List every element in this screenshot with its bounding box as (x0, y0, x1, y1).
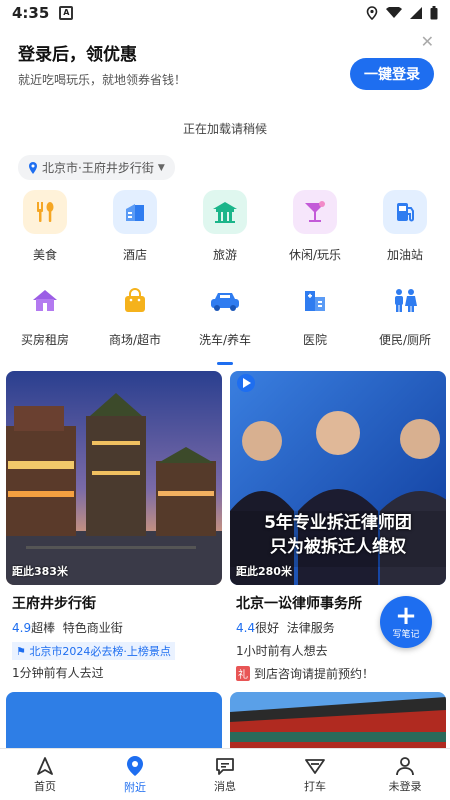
status-bar: 4:35 A (0, 0, 450, 26)
location-label: 北京市·王府井步行街 (42, 161, 154, 175)
user-icon (396, 756, 414, 775)
feed-card[interactable]: 距此383米 王府井步行街 4.9超棒 特色商业街 ⚑ 北京市2024必去榜·上… (6, 371, 222, 682)
hotel-icon (113, 190, 157, 234)
loading-text: 正在加载请稍候 (182, 122, 267, 136)
score: 4.4 (236, 621, 256, 635)
location-selector[interactable]: 北京市·王府井步行街 ▼ (18, 155, 175, 180)
distance-label: 距此280米 (236, 565, 292, 578)
category-travel[interactable]: 旅游 (180, 190, 270, 263)
place-type: 法律服务 (286, 621, 335, 635)
status-time: 4:35 (12, 4, 50, 22)
recent-visit: 1分钟前有人去过 (12, 666, 104, 680)
message-icon (216, 757, 234, 775)
home-icon (37, 756, 53, 775)
category-gas-station[interactable]: 加油站 (360, 190, 450, 263)
login-banner: 登录后，领优惠 就近吃喝玩乐，就地领券省钱！ ✕ 一键登录 (0, 26, 450, 94)
category-label: 酒店 (122, 248, 147, 262)
travel-icon (203, 190, 247, 234)
notification-icon: A (59, 6, 74, 20)
tab-label: 首页 (34, 779, 56, 793)
food-icon (23, 190, 67, 234)
location-status-icon (366, 6, 378, 20)
category-label: 休闲/玩乐 (288, 248, 342, 262)
feed-card-image: 5年专业拆迁律师团 只为被拆迁人维权 距此280米 (230, 371, 446, 585)
house-icon (23, 283, 67, 319)
category-label: 洗车/养车 (198, 333, 252, 347)
category-label: 便民/厕所 (378, 333, 432, 347)
promo-row: 礼到店咨询请提前预约！ (236, 665, 446, 682)
ad-banner-line: 5年专业拆迁律师团 (264, 513, 412, 533)
category-label: 商场/超市 (108, 333, 162, 347)
category-car-wash[interactable]: 洗车/养车 (180, 283, 270, 348)
category-house[interactable]: 买房租房 (0, 283, 90, 348)
tab-label: 未登录 (388, 779, 422, 793)
status-icons (366, 6, 438, 20)
tab-messages[interactable]: 消息 (180, 749, 270, 800)
gift-badge: 礼 (236, 666, 250, 681)
chevron-down-icon: ▼ (157, 162, 165, 173)
rating-text: 超棒 (31, 621, 56, 635)
battery-icon (430, 6, 438, 20)
category-hospital[interactable]: 医院 (270, 283, 360, 348)
category-label: 美食 (32, 248, 57, 262)
ad-banner-text: 5年专业拆迁律师团 只为被拆迁人维权 (230, 511, 446, 559)
tab-nearby[interactable]: 附近 (90, 749, 180, 800)
rating-text: 很好 (255, 621, 280, 635)
car-icon (203, 283, 247, 319)
location-pin-icon (29, 161, 37, 174)
one-click-login-button[interactable]: 一键登录 (350, 58, 434, 90)
tab-taxi[interactable]: 打车 (270, 749, 360, 800)
write-note-button[interactable]: + 写笔记 (380, 596, 432, 648)
tab-profile[interactable]: 未登录 (360, 749, 450, 800)
close-icon[interactable]: ✕ (421, 32, 434, 51)
place-type: 特色商业街 (62, 621, 123, 635)
taxi-icon (305, 758, 325, 774)
shopping-bag-icon (113, 283, 157, 319)
hospital-icon (293, 283, 337, 319)
ad-banner-line: 只为被拆迁人维权 (270, 537, 406, 557)
ranking-badge: ⚑ 北京市2024必去榜·上榜景点 (12, 642, 175, 660)
category-hotel[interactable]: 酒店 (90, 190, 180, 263)
wifi-icon (386, 7, 402, 18)
category-label: 买房租房 (20, 333, 69, 347)
tab-label: 消息 (214, 779, 236, 793)
tab-home[interactable]: 首页 (0, 749, 90, 800)
category-restroom[interactable]: 便民/厕所 (360, 283, 450, 348)
flag-icon: ⚑ (16, 645, 26, 658)
gas-station-icon (383, 190, 427, 234)
category-label: 旅游 (212, 248, 237, 262)
ranking-label: 北京市2024必去榜·上榜景点 (29, 645, 171, 658)
category-grid: 美食 酒店 旅游 休闲/玩乐 加油站 买房租房 商场/超市 洗车/养车 医院 便… (0, 180, 450, 348)
fab-label: 写笔记 (392, 629, 420, 640)
score: 4.9 (12, 621, 32, 635)
nearby-icon (127, 755, 143, 776)
tab-label: 附近 (124, 780, 146, 794)
feed-card-image: 距此383米 (6, 371, 222, 585)
restroom-icon (383, 283, 427, 319)
bottom-tab-bar: 首页 附近 消息 打车 未登录 (0, 748, 450, 800)
category-food[interactable]: 美食 (0, 190, 90, 263)
category-label: 加油站 (386, 248, 423, 262)
category-label: 医院 (302, 333, 327, 347)
category-leisure[interactable]: 休闲/玩乐 (270, 190, 360, 263)
signal-icon (410, 7, 422, 19)
tab-label: 打车 (304, 779, 326, 793)
distance-label: 距此383米 (12, 565, 68, 578)
category-shopping[interactable]: 商场/超市 (90, 283, 180, 348)
page-indicator-bar (217, 362, 233, 365)
place-meta: 4.9超棒 特色商业街 (12, 619, 222, 636)
plus-icon: + (395, 600, 417, 631)
promo-text: 到店咨询请提前预约！ (254, 667, 375, 681)
leisure-icon (293, 190, 337, 234)
place-name: 王府井步行街 (12, 596, 96, 612)
